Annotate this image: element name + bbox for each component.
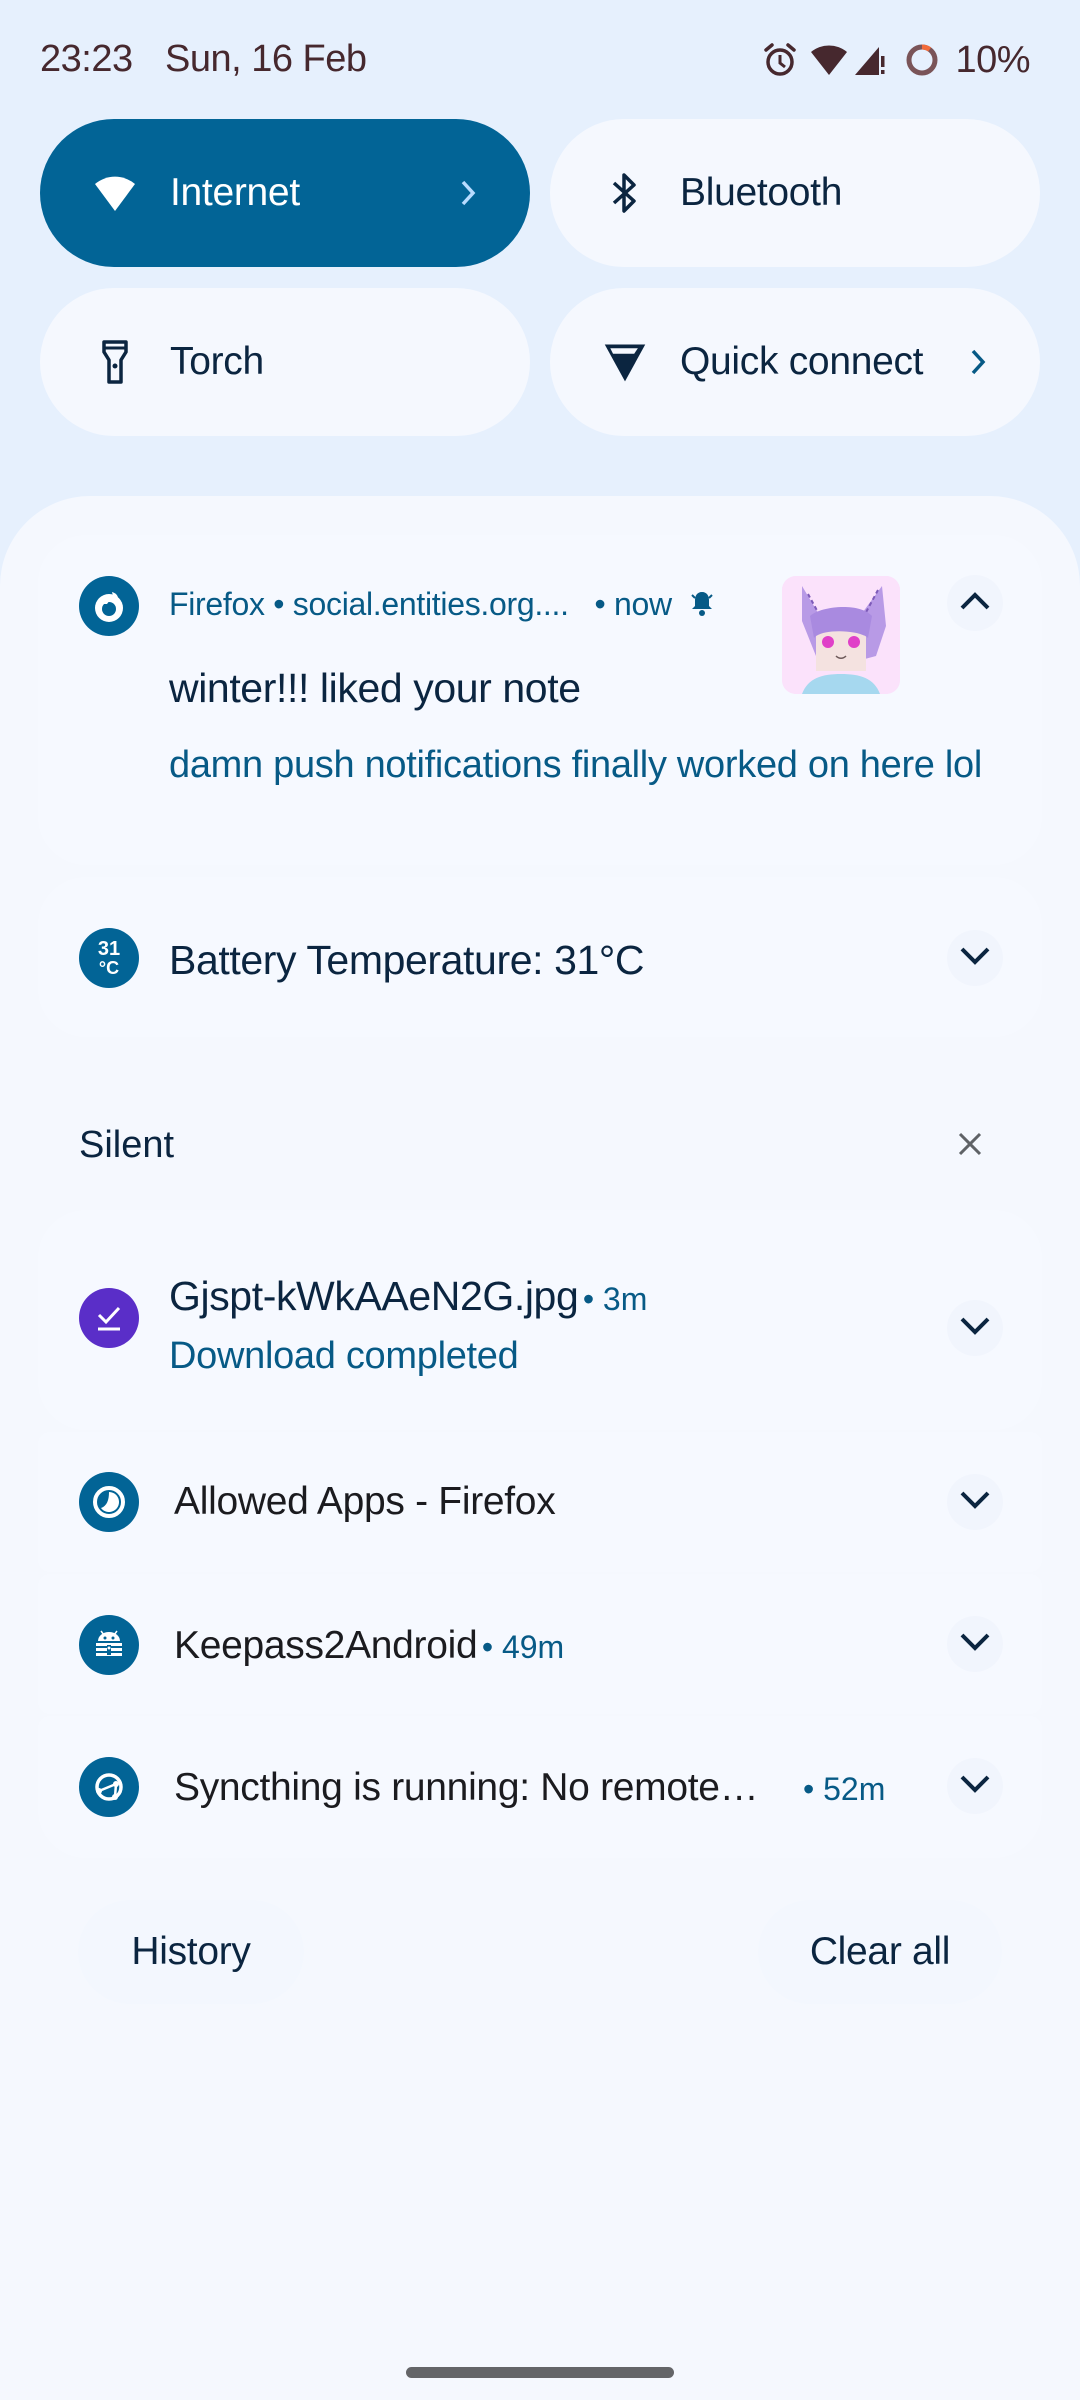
- wifi-icon: [92, 170, 138, 216]
- chevron-right-icon: [958, 342, 998, 382]
- allowed-apps-icon: [79, 1472, 139, 1532]
- source-domain: social.entities.org....: [292, 586, 569, 622]
- notification-title: winter!!! liked your note: [169, 665, 581, 711]
- silent-section-label: Silent: [79, 1124, 175, 1166]
- chevron-right-icon: [448, 173, 488, 213]
- notification-download[interactable]: Gjspt-kWkAAeN2G.jpg • 3m Download comple…: [38, 1210, 1042, 1430]
- expand-button[interactable]: [947, 930, 1003, 986]
- vpn-icon: [602, 339, 648, 385]
- history-button[interactable]: History: [78, 1900, 304, 2004]
- temperature-icon: 31 °C: [79, 928, 139, 988]
- sender-avatar: [782, 576, 900, 694]
- bell-icon: [690, 588, 714, 625]
- expand-button[interactable]: [947, 1474, 1003, 1530]
- status-bar: 23:23 Sun, 16 Feb 10%: [0, 0, 1080, 120]
- chevron-down-icon: [959, 946, 991, 971]
- clear-all-button[interactable]: Clear all: [758, 1900, 1002, 2004]
- notification-body: damn push notifications finally worked o…: [169, 744, 983, 786]
- expand-button[interactable]: [947, 1758, 1003, 1814]
- wifi-icon: [809, 43, 849, 77]
- gesture-nav-handle[interactable]: [406, 2367, 674, 2378]
- collapse-button[interactable]: [947, 575, 1003, 631]
- notification-meta: Firefox • social.entities.org.... • now: [169, 586, 714, 625]
- notification-time: 52m: [823, 1771, 886, 1807]
- firefox-icon: [79, 576, 139, 636]
- tile-internet[interactable]: Internet: [40, 119, 530, 267]
- notification-title: Syncthing is running: No remote…: [174, 1766, 759, 1809]
- notification-battery-temp[interactable]: 31 °C Battery Temperature: 31°C: [38, 877, 1042, 1037]
- alarm-icon: [763, 42, 797, 78]
- tile-label: Quick connect: [680, 340, 924, 383]
- close-icon: [957, 1131, 983, 1162]
- notification-body: Download completed: [169, 1335, 519, 1377]
- chevron-down-icon: [959, 1490, 991, 1515]
- expand-button[interactable]: [947, 1616, 1003, 1672]
- chevron-down-icon: [959, 1774, 991, 1799]
- status-date: Sun, 16 Feb: [165, 38, 367, 80]
- tile-bluetooth[interactable]: Bluetooth: [550, 119, 1040, 267]
- notification-time: 49m: [501, 1629, 565, 1665]
- notification-keepass[interactable]: Keepass2Android • 49m: [38, 1574, 1042, 1714]
- bluetooth-icon: [602, 170, 648, 216]
- chevron-up-icon: [959, 591, 991, 616]
- notification-time: 3m: [602, 1281, 648, 1317]
- expand-button[interactable]: [947, 1300, 1003, 1356]
- notification-allowed-apps[interactable]: Allowed Apps - Firefox: [38, 1432, 1042, 1572]
- tile-torch[interactable]: Torch: [40, 288, 530, 436]
- chevron-down-icon: [959, 1316, 991, 1341]
- notification-title: Keepass2Android: [174, 1624, 478, 1667]
- clear-silent-button[interactable]: [944, 1120, 996, 1172]
- keepass-icon: [79, 1615, 139, 1675]
- tile-label: Internet: [170, 171, 300, 214]
- notification-title: Allowed Apps - Firefox: [174, 1480, 556, 1523]
- battery-ring-icon: [905, 43, 939, 77]
- notification-title: Battery Temperature: 31°C: [169, 937, 645, 983]
- notification-header: Gjspt-kWkAAeN2G.jpg • 3m: [169, 1273, 648, 1319]
- syncthing-icon: [79, 1757, 139, 1817]
- tile-label: Bluetooth: [680, 171, 843, 214]
- battery-percent: 10%: [955, 38, 1030, 81]
- notification-time: now: [613, 586, 672, 622]
- status-time: 23:23: [40, 38, 133, 80]
- cellular-no-signal-icon: [853, 43, 887, 77]
- notification-title: Gjspt-kWkAAeN2G.jpg: [169, 1273, 579, 1319]
- download-done-icon: [79, 1288, 139, 1348]
- tile-quick-connect[interactable]: Quick connect: [550, 288, 1040, 436]
- status-icons: 10%: [763, 38, 1030, 82]
- tile-label: Torch: [170, 340, 264, 383]
- app-name: Firefox: [169, 586, 265, 622]
- notification-syncthing[interactable]: Syncthing is running: No remote… • 52m: [38, 1716, 1042, 1858]
- chevron-down-icon: [959, 1632, 991, 1657]
- flashlight-icon: [92, 339, 138, 385]
- notification-header: Keepass2Android • 49m: [174, 1624, 565, 1667]
